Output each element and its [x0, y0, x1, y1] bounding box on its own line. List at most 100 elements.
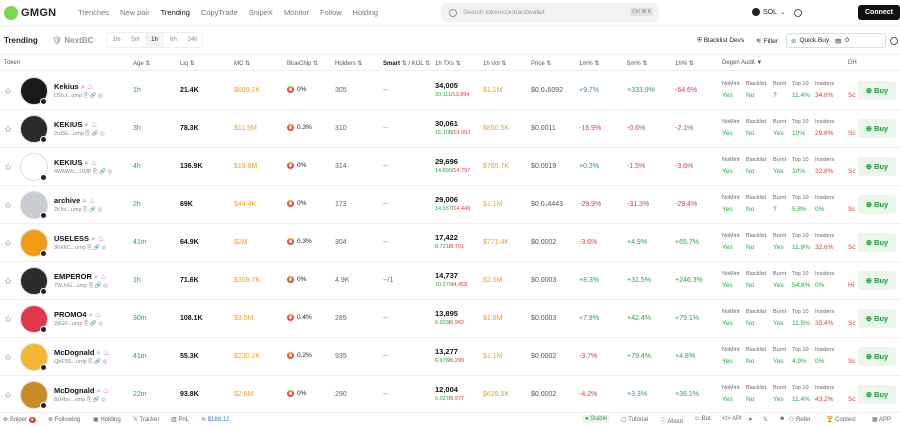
col-mc[interactable]: MC ⇅ — [234, 60, 250, 67]
favorite-star-icon[interactable]: ☆ — [4, 200, 12, 211]
search-icon[interactable]: ⌕ — [97, 386, 101, 395]
token-name[interactable]: USELESS ⌕ ♨ — [54, 234, 104, 244]
footer-discord-icon[interactable]: ☻ — [779, 416, 785, 422]
blacklist-devs-button[interactable]: ⛨ Blacklist Devs — [697, 37, 744, 45]
nav-follow[interactable]: Follow — [320, 8, 342, 17]
connect-button[interactable]: Connect — [858, 5, 900, 20]
favorite-star-icon[interactable]: ☆ — [4, 238, 12, 249]
footer-x-icon[interactable]: 𝕏 — [763, 416, 768, 423]
nav-copytrade[interactable]: CopyTrade — [201, 8, 238, 17]
copy-icon[interactable]: ⎘ — [86, 131, 90, 137]
footer-api[interactable]: </> API — [722, 416, 742, 422]
nav-trending[interactable]: Trending — [161, 8, 190, 17]
token-address[interactable]: 7WJvG...ump ⎘ 🔗 ◎ — [54, 283, 108, 290]
buy-button[interactable]: ⊕ Buy — [858, 119, 896, 138]
globe-icon[interactable]: ◎ — [101, 397, 106, 403]
globe-icon[interactable]: ◎ — [97, 207, 102, 213]
nav-snipex[interactable]: SnipeX — [249, 8, 273, 17]
website-icon[interactable]: 🔗 — [94, 359, 101, 365]
footer-following[interactable]: ⊛ Following — [48, 416, 80, 423]
footer-sniper[interactable]: ⊗ Sniper ● — [3, 416, 36, 423]
globe-icon[interactable]: ◎ — [98, 93, 103, 99]
col-bluechip[interactable]: BlueChip ⇅ — [287, 60, 318, 67]
globe-icon[interactable]: ◎ — [103, 359, 108, 365]
col-smart-kol[interactable]: Smart ⇅ / KOL ⇅ — [383, 60, 430, 67]
token-address[interactable]: QbF5S...ump ⎘ 🔗 ◎ — [54, 359, 107, 366]
footer-pnl[interactable]: ▥ PnL — [171, 416, 189, 423]
token-name[interactable]: PROMO4 ⌕ ♨ — [54, 310, 102, 320]
favorite-star-icon[interactable]: ☆ — [4, 276, 12, 287]
token-address[interactable]: 2Kfsi...ump ⎘ 🔗 ◎ — [54, 207, 102, 214]
search-icon[interactable]: ⌕ — [84, 158, 88, 167]
footer-tracker[interactable]: 𝕏 Tracker — [133, 416, 160, 423]
buy-button[interactable]: ⊕ Buy — [858, 81, 896, 100]
table-row[interactable]: ☆ Kekius ⌕ ♨ D5nJ...ump ⎘ 🔗 ◎ 1h 21.4K $… — [0, 72, 900, 110]
footer-about[interactable]: ⓘ About — [660, 416, 683, 425]
favorite-star-icon[interactable]: ☆ — [4, 352, 12, 363]
search-icon[interactable]: ⌕ — [82, 196, 86, 205]
favorite-star-icon[interactable]: ☆ — [4, 390, 12, 401]
website-icon[interactable]: 🔗 — [90, 321, 97, 327]
search-input[interactable]: Search token/contract/wallet Ctrl ⌘ K — [441, 3, 659, 22]
footer-holding[interactable]: ▣ Holding — [93, 416, 121, 423]
buy-button[interactable]: ⊕ Buy — [858, 309, 896, 328]
website-icon[interactable]: 🔗 — [93, 245, 100, 251]
footer-contest[interactable]: 🏆 Contest — [826, 416, 856, 423]
copy-icon[interactable]: ⎘ — [87, 245, 91, 251]
col-degen-audit[interactable]: Degen Audit ▼ — [722, 60, 762, 66]
copy-icon[interactable]: ⎘ — [84, 93, 88, 99]
token-address[interactable]: 8zHbo...ump ⎘ 🔗 ◎ — [54, 397, 106, 404]
col-txs[interactable]: 1h TXs ⇅ — [435, 60, 461, 67]
token-address[interactable]: 2dGF...ump ⎘ 🔗 ◎ — [54, 321, 103, 328]
filter-button[interactable]: ⚟ Filter — [756, 37, 778, 45]
copy-icon[interactable]: ⎘ — [87, 397, 91, 403]
favorite-star-icon[interactable]: ☆ — [4, 314, 12, 325]
nav-trenches[interactable]: Trenches — [78, 8, 109, 17]
table-row[interactable]: ☆ EMPEROR ⌕ ♨ 7WJvG...ump ⎘ 🔗 ◎ 1h 71.6K… — [0, 262, 900, 300]
col-holders[interactable]: Holders ⇅ — [335, 60, 362, 67]
timeframe-1m[interactable]: 1m — [107, 33, 126, 47]
website-icon[interactable]: 🔗 — [95, 283, 102, 289]
token-address[interactable]: 9hXkC...ump ⎘ 🔗 ◎ — [54, 245, 106, 252]
globe-icon[interactable]: ◎ — [102, 245, 107, 251]
buy-button[interactable]: ⊕ Buy — [858, 157, 896, 176]
website-icon[interactable]: 🔗 — [99, 169, 106, 175]
chain-selector[interactable]: SOL ⌄ — [752, 8, 786, 16]
token-address[interactable]: 2rd5E...ump ⎘ 🔗 ◎ — [54, 131, 105, 138]
settings-gear-icon[interactable] — [794, 9, 802, 17]
copy-icon[interactable]: ⎘ — [93, 169, 97, 175]
token-address[interactable]: 4WMWc...UMP ⎘ 🔗 ◎ — [54, 169, 112, 176]
footer-app[interactable]: ▦ APP — [872, 416, 891, 423]
col-liq[interactable]: Liq ⇅ — [180, 60, 195, 67]
quick-buy-amount-input[interactable]: 0 — [845, 37, 849, 44]
buy-button[interactable]: ⊕ Buy — [858, 271, 896, 290]
token-address[interactable]: D5nJ...ump ⎘ 🔗 ◎ — [54, 93, 103, 100]
col-age[interactable]: Age ⇅ — [133, 60, 150, 67]
search-icon[interactable]: ⌕ — [81, 82, 85, 91]
copy-icon[interactable]: ⎘ — [83, 207, 87, 213]
search-icon[interactable]: ⌕ — [84, 120, 88, 129]
favorite-star-icon[interactable]: ☆ — [4, 124, 12, 135]
timeframe-24h[interactable]: 24h — [183, 33, 202, 47]
col-1h[interactable]: 1h% ⇅ — [675, 60, 694, 67]
website-icon[interactable]: 🔗 — [93, 397, 100, 403]
globe-icon[interactable]: ◎ — [103, 283, 108, 289]
token-name[interactable]: EMPEROR ⌕ ♨ — [54, 272, 107, 282]
search-icon[interactable]: ⌕ — [89, 310, 93, 319]
tab-nextbc[interactable]: 🛡 NextBC — [52, 36, 93, 45]
copy-icon[interactable]: ⎘ — [88, 359, 92, 365]
globe-icon[interactable]: ◎ — [100, 131, 105, 137]
timeframe-5m[interactable]: 5m — [126, 33, 145, 47]
footer-bot[interactable]: ☺ Bot — [694, 416, 711, 422]
footer-telegram-icon[interactable]: ➤ — [748, 416, 753, 423]
buy-button[interactable]: ⊕ Buy — [858, 195, 896, 214]
settings-icon[interactable] — [890, 37, 898, 45]
token-name[interactable]: McDognald ⌕ ♨ — [54, 348, 110, 358]
buy-button[interactable]: ⊕ Buy — [858, 347, 896, 366]
nav-holding[interactable]: Holding — [353, 8, 378, 17]
logo[interactable]: GMGN — [4, 5, 66, 20]
token-name[interactable]: McDognald ⌕ ♨ — [54, 386, 110, 396]
token-name[interactable]: archive ⌕ ♨ — [54, 196, 95, 206]
token-name[interactable]: KEKIUS ⌕ ♨ — [54, 120, 97, 130]
search-icon[interactable]: ⌕ — [91, 234, 95, 243]
